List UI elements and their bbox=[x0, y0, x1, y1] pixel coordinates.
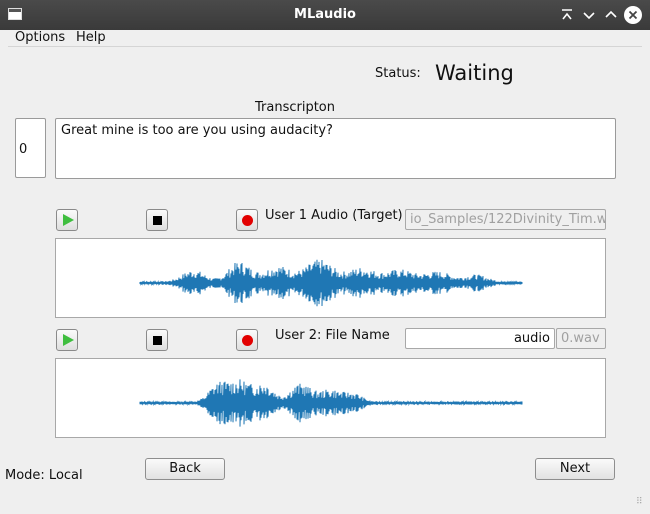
menu-divider bbox=[8, 46, 642, 47]
title-bar: MLaudio bbox=[0, 0, 650, 30]
user1-play-button[interactable] bbox=[56, 209, 78, 231]
user2-file-name-input[interactable]: audio bbox=[405, 328, 555, 349]
window-title: MLaudio bbox=[294, 7, 356, 22]
maximize-icon[interactable] bbox=[602, 6, 620, 24]
user2-waveform-panel bbox=[55, 358, 606, 438]
menu-options[interactable]: Options bbox=[15, 30, 65, 45]
resize-grip-icon[interactable]: ⠿ bbox=[636, 498, 646, 510]
transcript-text-area[interactable]: Great mine is too are you using audacity… bbox=[55, 118, 616, 179]
close-icon[interactable] bbox=[624, 6, 642, 24]
user1-waveform-panel bbox=[55, 238, 606, 318]
status-label: Status: bbox=[375, 66, 421, 81]
record-icon bbox=[242, 215, 253, 226]
user1-stop-button[interactable] bbox=[146, 209, 168, 231]
stop-icon bbox=[153, 336, 162, 345]
user1-record-button[interactable] bbox=[236, 209, 258, 231]
next-button[interactable]: Next bbox=[535, 458, 615, 480]
user1-waveform bbox=[139, 259, 523, 307]
play-icon bbox=[63, 214, 74, 226]
status-value: Waiting bbox=[435, 61, 514, 85]
record-icon bbox=[242, 335, 253, 346]
user2-record-button[interactable] bbox=[236, 329, 258, 351]
menu-help[interactable]: Help bbox=[76, 30, 106, 45]
back-button[interactable]: Back bbox=[145, 458, 225, 480]
play-icon bbox=[63, 334, 74, 346]
user2-waveform bbox=[139, 379, 523, 427]
user1-audio-label: User 1 Audio (Target) bbox=[265, 208, 403, 223]
user2-file-name-label: User 2: File Name bbox=[275, 328, 390, 343]
transcript-counter: 0 bbox=[15, 118, 46, 178]
transcription-label: Transcripton bbox=[255, 100, 335, 115]
minimize-icon[interactable] bbox=[580, 6, 598, 24]
shade-icon[interactable] bbox=[558, 6, 576, 24]
mode-status: Mode: Local bbox=[5, 468, 83, 483]
stop-icon bbox=[153, 216, 162, 225]
user2-extension-field: 0.wav bbox=[556, 328, 606, 349]
menu-bar: Options Help bbox=[0, 30, 650, 46]
user2-play-button[interactable] bbox=[56, 329, 78, 351]
user2-stop-button[interactable] bbox=[146, 329, 168, 351]
user1-file-path-field[interactable]: io_Samples/122Divinity_Tim.wav bbox=[405, 209, 606, 230]
